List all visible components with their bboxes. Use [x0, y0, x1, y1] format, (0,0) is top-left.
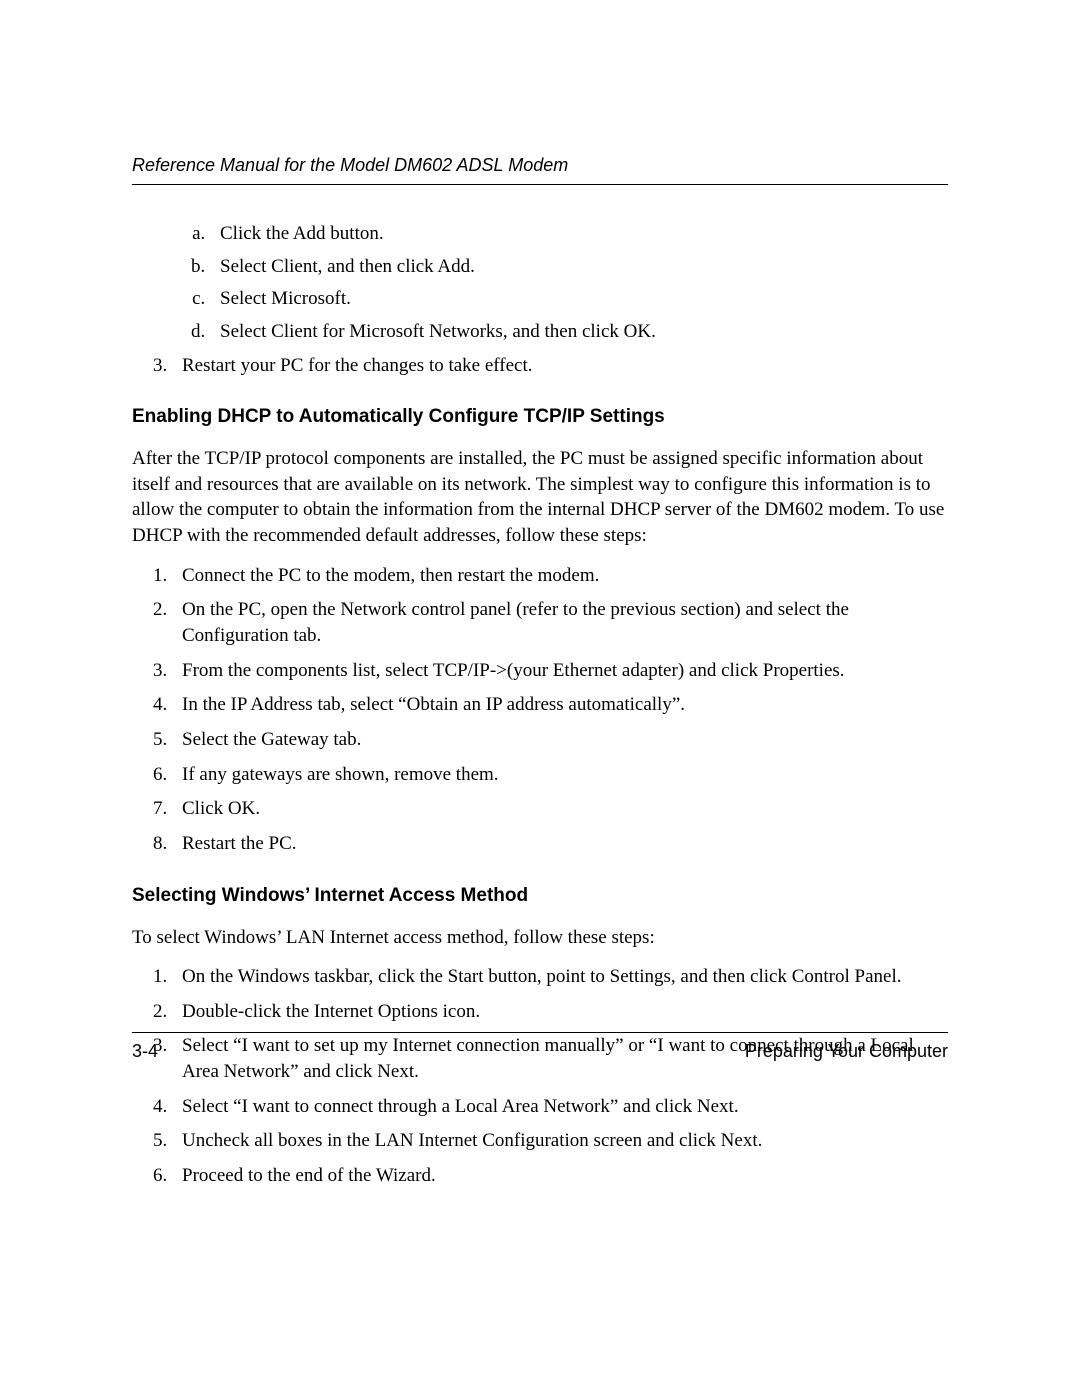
body-paragraph: To select Windows’ LAN Internet access m… — [132, 925, 948, 951]
page-footer: 3-4 Preparing Your Computer — [132, 1032, 948, 1062]
section-heading-dhcp: Enabling DHCP to Automatically Configure… — [132, 406, 948, 428]
dhcp-steps-list: Connect the PC to the modem, then restar… — [132, 563, 948, 857]
list-item: Select the Gateway tab. — [172, 727, 948, 753]
page-number: 3-4 — [132, 1041, 158, 1062]
list-item: Click OK. — [172, 796, 948, 822]
list-item: Restart your PC for the changes to take … — [172, 353, 948, 379]
continued-numbered-list: Restart your PC for the changes to take … — [132, 353, 948, 379]
running-header: Reference Manual for the Model DM602 ADS… — [132, 155, 948, 185]
list-item: On the Windows taskbar, click the Start … — [172, 964, 948, 990]
list-item: Select “I want to connect through a Loca… — [172, 1094, 948, 1120]
sub-step-list: Click the Add button. Select Client, and… — [132, 221, 948, 345]
list-item: Select Client, and then click Add. — [210, 254, 948, 280]
list-item: On the PC, open the Network control pane… — [172, 597, 948, 648]
list-item: If any gateways are shown, remove them. — [172, 762, 948, 788]
section-heading-internet-access: Selecting Windows’ Internet Access Metho… — [132, 885, 948, 907]
list-item: Uncheck all boxes in the LAN Internet Co… — [172, 1128, 948, 1154]
list-item: Select Microsoft. — [210, 286, 948, 312]
list-item: Double-click the Internet Options icon. — [172, 999, 948, 1025]
list-item: From the components list, select TCP/IP-… — [172, 658, 948, 684]
list-item: Select Client for Microsoft Networks, an… — [210, 319, 948, 345]
list-item: Connect the PC to the modem, then restar… — [172, 563, 948, 589]
footer-section-title: Preparing Your Computer — [745, 1041, 948, 1062]
list-item: Proceed to the end of the Wizard. — [172, 1163, 948, 1189]
list-item: Restart the PC. — [172, 831, 948, 857]
body-paragraph: After the TCP/IP protocol components are… — [132, 446, 948, 549]
list-item: In the IP Address tab, select “Obtain an… — [172, 692, 948, 718]
list-item: Click the Add button. — [210, 221, 948, 247]
document-page: Reference Manual for the Model DM602 ADS… — [0, 0, 1080, 1189]
internet-access-steps-list: On the Windows taskbar, click the Start … — [132, 964, 948, 1188]
